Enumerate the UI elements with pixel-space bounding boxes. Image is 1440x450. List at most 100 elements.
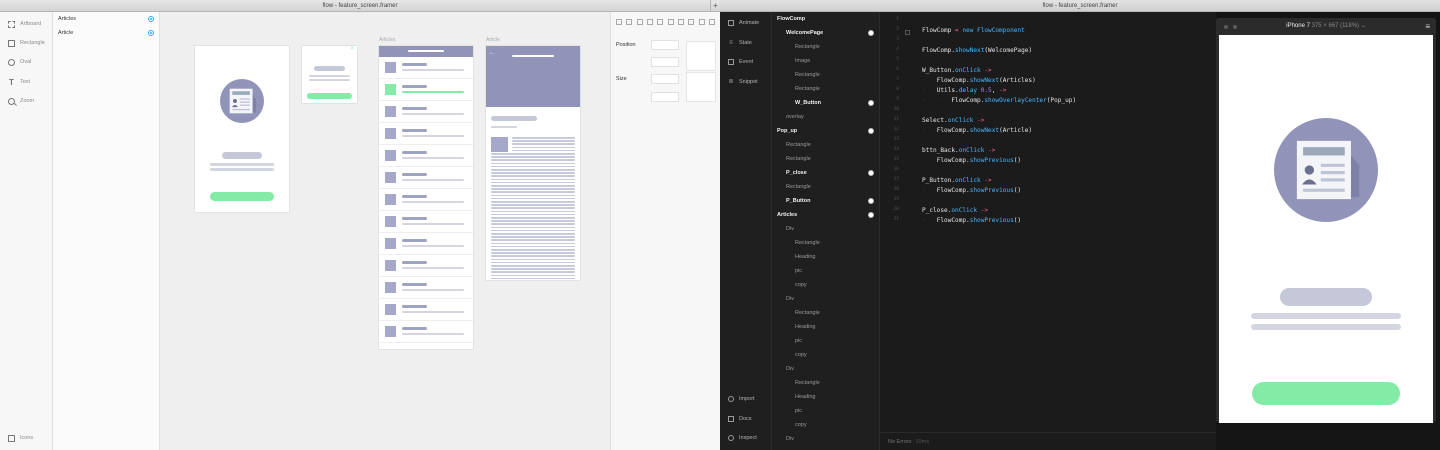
position-pin-box[interactable] — [686, 41, 716, 71]
code-line[interactable]: · · FlowComp.showOverlayCenter(Pop_up) — [922, 96, 1076, 106]
target-icon[interactable] — [868, 170, 874, 176]
nav-import[interactable]: Import — [728, 394, 755, 404]
code-line[interactable]: · FlowComp.showNext(Article) — [922, 126, 1032, 136]
nav-event[interactable]: Event — [728, 57, 753, 67]
preview-welcome-button[interactable] — [1252, 382, 1400, 405]
code-line[interactable]: FlowComp = new FlowComponent — [922, 26, 1025, 36]
align-icon[interactable] — [626, 19, 633, 25]
align-icon[interactable] — [688, 19, 695, 25]
nav-inspect[interactable]: Inspect — [728, 433, 757, 443]
code-line[interactable]: · FlowComp.showPrevious() — [922, 216, 1021, 226]
artboard-popup[interactable]: × — [302, 46, 357, 103]
tree-item[interactable]: Div — [786, 434, 874, 444]
target-icon[interactable] — [148, 16, 154, 22]
list-item[interactable] — [379, 147, 473, 169]
tree-item[interactable]: Rectangle — [795, 378, 874, 388]
nav-state[interactable]: ≡ State — [728, 38, 752, 48]
tree-item[interactable]: Rectangle — [795, 84, 874, 94]
list-item[interactable] — [379, 323, 473, 345]
tree-item[interactable]: copy — [795, 280, 874, 290]
align-icon[interactable] — [677, 19, 684, 25]
align-icon[interactable] — [646, 19, 653, 25]
tree-item[interactable]: Rectangle — [786, 140, 874, 150]
tool-text[interactable]: T Text — [8, 77, 30, 87]
fold-icon[interactable] — [905, 30, 910, 35]
code-line[interactable]: Select.onClick -> — [922, 116, 984, 126]
code-line[interactable]: W_Button.onClick -> — [922, 66, 992, 76]
tree-item[interactable]: Rectangle — [786, 154, 874, 164]
align-icon[interactable] — [616, 19, 622, 25]
tool-icons[interactable]: Icons — [8, 433, 33, 443]
code-window-titlebar[interactable]: flow - feature_screen.framer — [720, 0, 1440, 12]
artboard-welcome[interactable] — [195, 46, 289, 212]
preview-screen[interactable] — [1219, 35, 1433, 423]
design-canvas[interactable]: × Articles Article ← — [160, 12, 610, 450]
tree-item[interactable]: Div — [786, 294, 874, 304]
tree-item[interactable]: Image — [795, 56, 874, 66]
target-icon[interactable] — [148, 30, 154, 36]
tool-rectangle[interactable]: Rectangle — [8, 38, 45, 48]
list-item[interactable] — [379, 59, 473, 81]
artboard-articles[interactable] — [379, 46, 473, 349]
tree-item[interactable]: Heading — [795, 322, 874, 332]
tree-item[interactable]: overlay — [786, 112, 874, 122]
tree-item[interactable]: W_Button — [795, 98, 874, 108]
size-width-field[interactable] — [651, 74, 679, 84]
align-icon[interactable] — [698, 19, 705, 25]
list-item[interactable] — [379, 257, 473, 279]
tree-item[interactable]: pic — [795, 336, 874, 346]
nav-snippet[interactable]: ≣ Snippet — [728, 77, 757, 87]
target-icon[interactable] — [868, 30, 874, 36]
align-icon[interactable] — [667, 19, 674, 25]
list-item[interactable] — [379, 213, 473, 235]
list-item[interactable] — [379, 191, 473, 213]
device-selector[interactable]: iPhone 7 375 × 667 (118%) ⌄ — [1216, 22, 1436, 29]
align-icon[interactable] — [657, 19, 664, 25]
code-line[interactable]: · FlowComp.showPrevious() — [922, 156, 1021, 166]
tree-item[interactable]: P_Button — [786, 196, 874, 206]
tree-item[interactable]: Heading — [795, 392, 874, 402]
position-y-field[interactable] — [651, 57, 679, 67]
target-icon[interactable] — [868, 212, 874, 218]
code-line[interactable]: FlowComp.showNext(WelcomePage) — [922, 46, 1032, 56]
list-item[interactable] — [379, 103, 473, 125]
new-tab-button[interactable]: + — [710, 0, 720, 11]
layer-article[interactable]: Article — [58, 28, 154, 38]
tree-item[interactable]: pic — [795, 406, 874, 416]
tree-item[interactable]: Rectangle — [795, 70, 874, 80]
tree-item[interactable]: Div — [786, 224, 874, 234]
tool-zoom[interactable]: Zoom — [8, 96, 34, 106]
tool-artboard[interactable]: Artboard — [8, 19, 41, 29]
code-line[interactable]: · FlowComp.showNext(Articles) — [922, 76, 1036, 86]
code-line[interactable]: · Utils.delay 0.5, -> — [922, 86, 1006, 96]
list-item[interactable] — [379, 279, 473, 301]
size-height-field[interactable] — [651, 92, 679, 102]
target-icon[interactable] — [868, 128, 874, 134]
layer-articles[interactable]: Articles — [58, 14, 154, 24]
list-item[interactable] — [379, 235, 473, 257]
code-line[interactable]: bttn_Back.onClick -> — [922, 146, 995, 156]
tree-item[interactable]: Rectangle — [786, 182, 874, 192]
tree-item[interactable]: Rectangle — [795, 238, 874, 248]
align-icon[interactable] — [636, 19, 643, 25]
size-ratio-box[interactable] — [686, 72, 716, 102]
design-window-titlebar[interactable]: flow - feature_screen.framer + — [0, 0, 720, 12]
code-line[interactable]: P_close.onClick -> — [922, 206, 988, 216]
list-item[interactable] — [379, 125, 473, 147]
code-line[interactable]: · FlowComp.showPrevious() — [922, 186, 1021, 196]
nav-animate[interactable]: Animate — [728, 18, 759, 28]
tree-item[interactable]: copy — [795, 420, 874, 430]
tree-item[interactable]: Heading — [795, 252, 874, 262]
target-icon[interactable] — [868, 198, 874, 204]
tree-item[interactable]: Articles — [777, 210, 874, 220]
code-line[interactable]: P_Button.onClick -> — [922, 176, 992, 186]
code-editor[interactable]: 1 2 3 4 5 6 7 8 9 10 11 12 13 14 15 16 17 18 19 20 21 FlowCo… — [880, 12, 1216, 450]
menu-icon[interactable]: ≡ — [1425, 22, 1430, 31]
list-item[interactable] — [379, 301, 473, 323]
tree-item[interactable]: Div — [786, 364, 874, 374]
target-icon[interactable] — [868, 100, 874, 106]
tree-item[interactable]: Pop_up — [777, 126, 874, 136]
list-item[interactable] — [379, 169, 473, 191]
tree-item[interactable]: Rectangle — [795, 308, 874, 318]
nav-docs[interactable]: Docs — [728, 414, 752, 424]
